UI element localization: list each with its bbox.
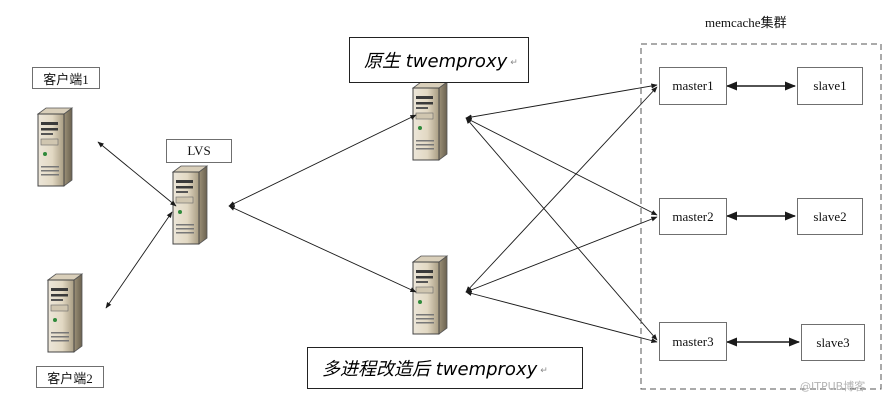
paragraph-mark-icon: ↵ <box>510 58 518 68</box>
cluster-title: memcache集群 <box>705 15 787 30</box>
proxy-multiprocess-master1-link <box>465 86 658 293</box>
proxy-original-server-icon <box>412 81 448 161</box>
master3-node: master3 <box>659 322 727 361</box>
lvs-proxy-original-link <box>228 114 417 207</box>
proxy-original-master1-link <box>465 83 658 120</box>
lvs-server-icon <box>172 165 208 245</box>
client1-server-icon <box>37 107 73 187</box>
master1-node: master1 <box>659 67 727 105</box>
watermark: @ITPUB博客 <box>800 380 866 393</box>
paragraph-mark-icon: ↵ <box>540 366 548 376</box>
client1-lvs-link <box>97 141 177 207</box>
client2-label: 客户端2 <box>36 366 104 388</box>
proxy-multiprocess-master3-link <box>465 290 658 344</box>
client2-lvs-link <box>105 211 173 309</box>
proxy-original-title: 原生 twemproxy ↵ <box>349 37 529 83</box>
slave2-node: slave2 <box>797 198 863 235</box>
client1-label: 客户端1 <box>32 67 100 89</box>
proxy-original-master2-link <box>465 117 658 216</box>
lvs-label: LVS <box>166 139 232 163</box>
proxy-multiprocess-server-icon <box>412 255 448 335</box>
proxy-multiprocess-title: 多进程改造后 twemproxy ↵ <box>307 347 583 389</box>
proxy-multiprocess-master2-link <box>465 216 658 293</box>
proxy-original-master3-link <box>465 117 658 341</box>
lvs-proxy-multiprocess-link <box>228 205 417 293</box>
slave1-node: slave1 <box>797 67 863 105</box>
client2-server-icon <box>47 273 83 353</box>
master2-node: master2 <box>659 198 727 235</box>
slave3-node: slave3 <box>801 324 865 361</box>
